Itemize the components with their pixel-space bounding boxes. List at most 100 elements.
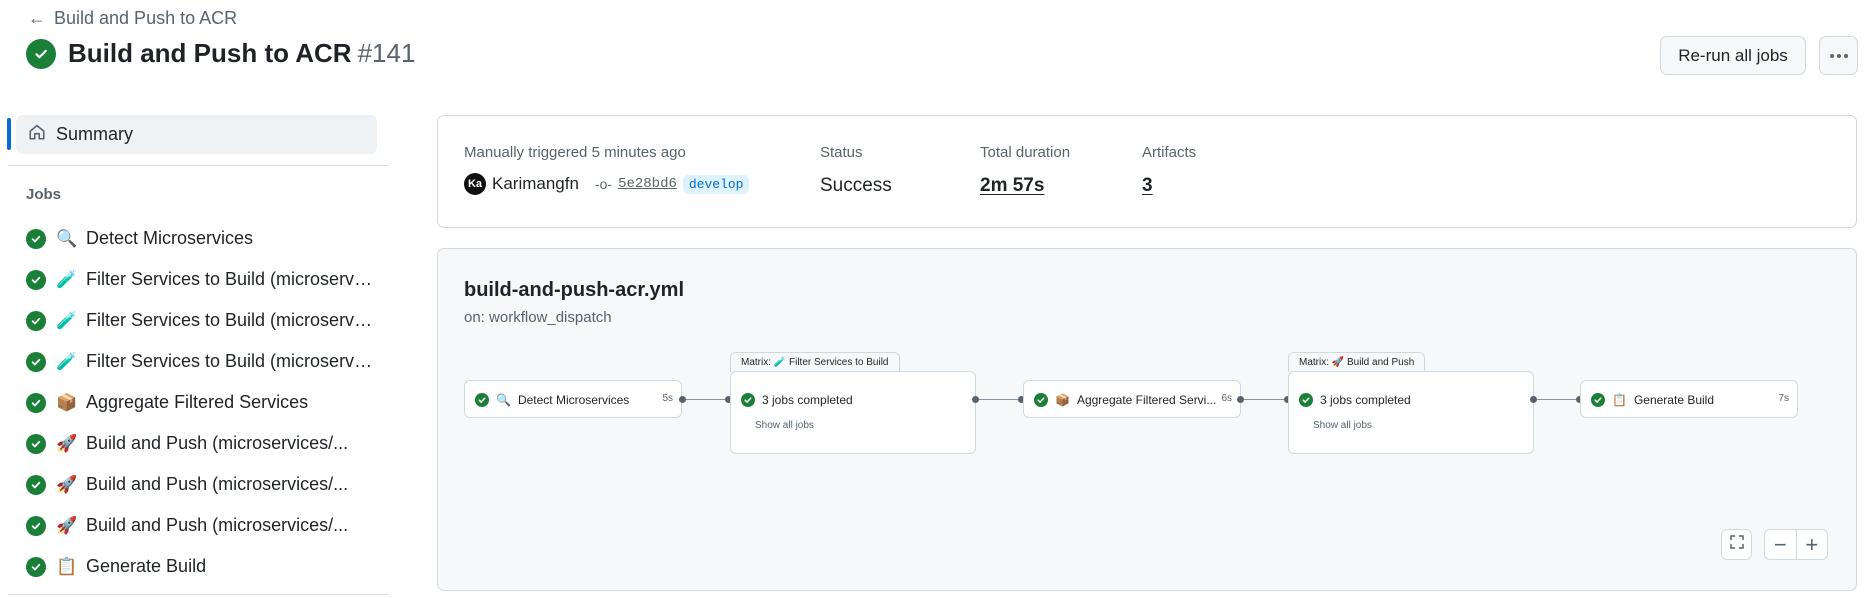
success-check-icon [26,515,46,536]
sidebar-job-item[interactable]: 🚀 Build and Push (microservices/... [26,423,386,464]
status-value: Success [820,175,892,196]
show-all-jobs-link[interactable]: Show all jobs [755,420,814,431]
artifacts-label: Artifacts [1142,144,1197,161]
sidebar-job-item[interactable]: 📦 Aggregate Filtered Services [26,382,386,423]
success-check-icon [1299,393,1313,407]
duration-info: Total duration 2m 57s [980,144,1070,197]
fullscreen-button[interactable] [1721,529,1752,560]
page-title-row: Build and Push to ACR #141 [26,38,415,69]
success-check-icon [26,392,46,413]
matrix-tab-build: Matrix: 🚀 Build and Push [1288,352,1426,372]
artifacts-link[interactable]: 3 [1142,175,1196,197]
graph-connector [684,399,728,400]
workflow-graph: build-and-push-acr.yml on: workflow_disp… [437,248,1857,591]
kebab-dot-icon [1843,53,1848,58]
more-options-button[interactable] [1819,36,1858,75]
graph-job-detect[interactable]: 🔍 Detect Microservices 5s [464,380,682,418]
job-duration: 5s [662,393,673,404]
graph-port [972,396,979,403]
graph-connector [974,399,1020,400]
kebab-dot-icon [1829,53,1834,58]
job-list: 🔍 Detect Microservices 🧪 Filter Services to… [26,218,386,587]
job-label: Aggregate Filtered Servi... [1076,393,1217,407]
job-emoji: 🧪 [56,269,78,290]
job-emoji: 🚀 [56,474,78,495]
success-check-icon [26,38,56,69]
sidebar-job-label: Detect Microservices [86,228,254,248]
sidebar-divider [8,594,388,595]
back-link[interactable]: ← Build and Push to ACR [28,8,237,29]
sidebar-job-item[interactable]: 📋 Generate Build [26,546,386,587]
job-emoji: 🚀 [56,515,78,536]
job-emoji: 🧪 [56,351,78,372]
rerun-all-jobs-button[interactable]: Re-run all jobs [1660,36,1806,75]
success-check-icon [26,310,46,331]
run-summary-card: Manually triggered 5 minutes ago Ka Kari… [437,115,1857,228]
sidebar-job-item[interactable]: 🚀 Build and Push (microservices/... [26,464,386,505]
job-emoji: 🔍 [56,228,78,249]
graph-connector [1240,399,1286,400]
back-link-label: Build and Push to ACR [54,8,238,28]
avatar[interactable]: Ka [464,173,486,195]
sidebar-job-label: Build and Push (microservices/... [86,474,349,494]
sidebar-job-label: Aggregate Filtered Services [86,392,309,412]
success-check-icon [741,393,755,407]
graph-port [1237,396,1244,403]
sidebar-job-label: Filter Services to Build (microservices/… [86,269,376,289]
home-icon [28,123,46,146]
duration-link[interactable]: 2m 57s [980,175,1070,197]
graph-port [1530,396,1537,403]
workflow-trigger: on: workflow_dispatch [464,309,612,326]
graph-port [679,396,686,403]
job-emoji: 📋 [1612,393,1627,407]
sidebar-job-label: Generate Build [86,556,207,576]
success-check-icon [26,269,46,290]
success-check-icon [26,474,46,495]
job-label: Detect Microservices [517,393,630,407]
status-info: Status Success [820,144,892,197]
duration-label: Total duration [980,144,1071,161]
graph-job-aggregate[interactable]: 📦 Aggregate Filtered Servi... 6s [1023,380,1241,418]
sidebar-job-label: Filter Services to Build (microservices/… [86,351,376,371]
graph-matrix-filter[interactable]: 3 jobs completed Show all jobs [730,371,976,454]
sidebar-divider [8,165,388,166]
commit-sha-link[interactable]: 5e28bd6 [618,176,677,192]
active-indicator [7,118,11,150]
zoom-in-button[interactable]: + [1795,530,1828,559]
sidebar-item-label: Summary [56,124,134,144]
zoom-out-button[interactable]: − [1765,530,1796,559]
job-emoji: 📦 [56,392,78,413]
sidebar-job-item[interactable]: 🔍 Detect Microservices [26,218,386,259]
graph-job-generate[interactable]: 📋 Generate Build 7s [1580,380,1798,418]
success-check-icon [1591,393,1605,407]
success-check-icon [26,228,46,249]
actor-name[interactable]: Karimangfn [492,174,579,194]
job-label: Generate Build [1633,393,1715,407]
sidebar-item-summary[interactable]: Summary [16,115,377,154]
job-emoji: 🔍 [496,393,511,407]
trigger-label: Manually triggered 5 minutes ago [464,144,686,161]
job-duration: 6s [1221,393,1232,404]
sidebar-job-label: Build and Push (microservices/... [86,433,349,453]
success-check-icon [26,433,46,454]
jobs-heading: Jobs [26,186,62,203]
success-check-icon [1034,393,1048,407]
show-all-jobs-link[interactable]: Show all jobs [1313,420,1372,431]
success-check-icon [26,351,46,372]
graph-connector [1531,399,1577,400]
run-number: #141 [357,38,416,68]
fullscreen-icon [1729,533,1745,556]
workflow-file-name: build-and-push-acr.yml [464,279,685,301]
sidebar-job-item[interactable]: 🧪 Filter Services to Build (microservices… [26,259,386,300]
sidebar-job-item[interactable]: 🚀 Build and Push (microservices/... [26,505,386,546]
job-emoji: 📦 [1055,393,1070,407]
branch-badge[interactable]: develop [682,174,750,194]
kebab-dot-icon [1836,53,1841,58]
status-label: Status [820,144,863,161]
sidebar-job-item[interactable]: 🧪 Filter Services to Build (microservices… [26,300,386,341]
zoom-controls: − + [1764,529,1828,560]
arrow-left-icon: ← [28,8,46,28]
matrix-status: 3 jobs completed [762,393,853,407]
graph-matrix-build[interactable]: 3 jobs completed Show all jobs [1288,371,1534,454]
sidebar-job-item[interactable]: 🧪 Filter Services to Build (microservices… [26,341,386,382]
